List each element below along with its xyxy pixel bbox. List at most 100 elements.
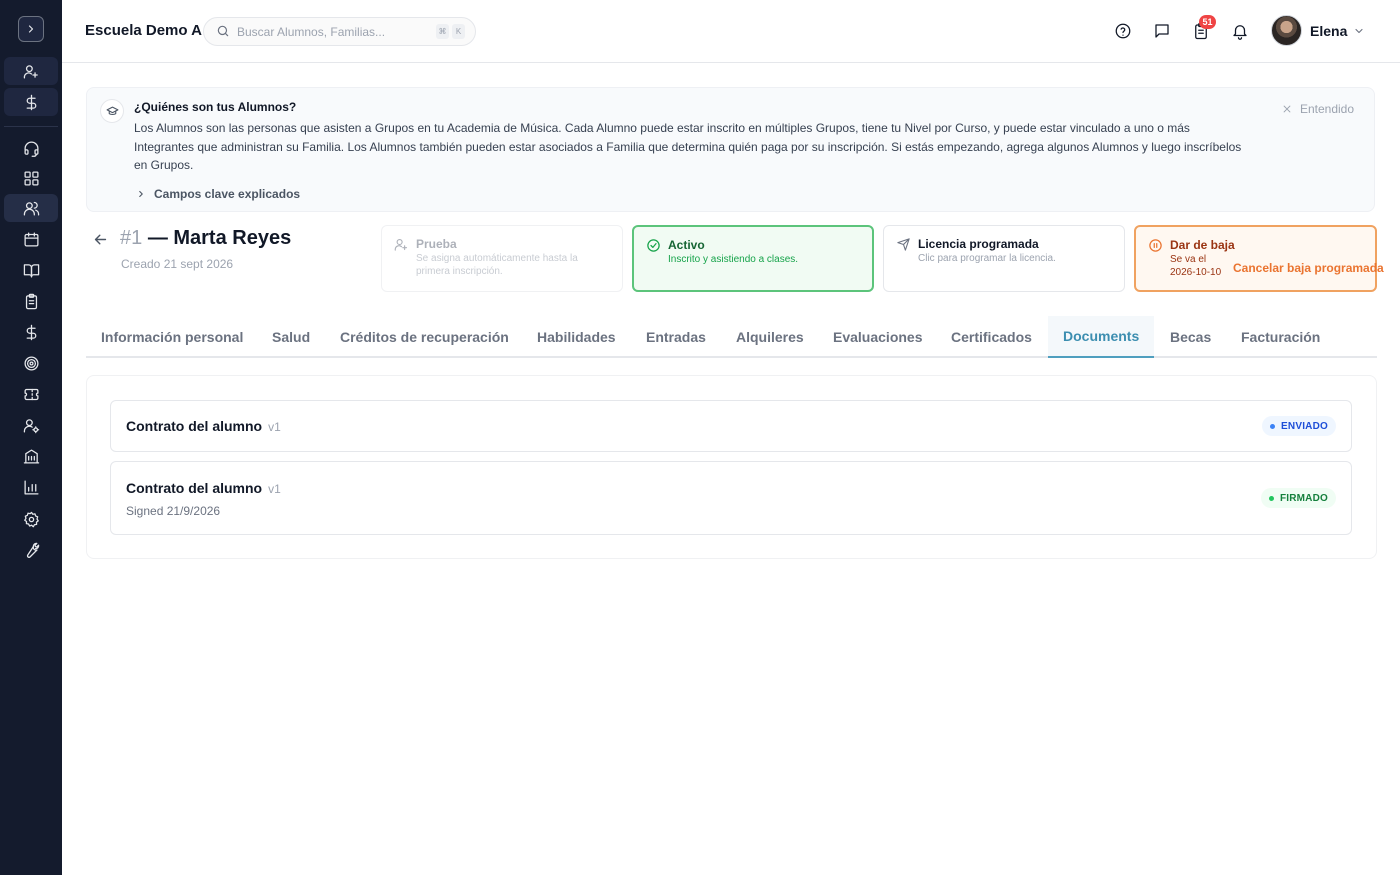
user-settings-icon bbox=[23, 418, 39, 433]
document-signed-date: Signed 21/9/2026 bbox=[126, 504, 221, 518]
sidebar-divider bbox=[4, 126, 58, 127]
tab-certificates[interactable]: Certificados bbox=[936, 316, 1047, 358]
building-icon bbox=[23, 448, 39, 464]
pause-circle-icon bbox=[1149, 239, 1162, 252]
dollar-icon bbox=[26, 94, 36, 110]
wrench-icon bbox=[26, 542, 39, 558]
key-fields-toggle[interactable]: Campos clave explicados bbox=[136, 187, 300, 201]
tab-tickets[interactable]: Entradas bbox=[631, 316, 721, 358]
status-dot bbox=[1268, 495, 1274, 501]
sidebar-item-calendar[interactable] bbox=[4, 225, 58, 253]
quick-add-student-button[interactable] bbox=[4, 57, 58, 85]
document-name: Contrato del alumno bbox=[126, 418, 263, 434]
status-card-title: Prueba bbox=[416, 237, 457, 251]
shortcut-key-cmd: ⌘ bbox=[436, 24, 449, 39]
back-arrow-icon[interactable] bbox=[92, 231, 109, 248]
tasks-count-badge: 51 bbox=[1199, 15, 1216, 29]
global-search[interactable]: ⌘ K bbox=[203, 17, 476, 46]
sidebar-item-students[interactable] bbox=[4, 194, 58, 222]
sidebar bbox=[0, 0, 62, 875]
tab-rentals[interactable]: Alquileres bbox=[721, 316, 819, 358]
users-icon bbox=[23, 201, 39, 216]
status-card-title: Activo bbox=[668, 238, 705, 252]
sidebar-item-attendance[interactable] bbox=[4, 287, 58, 315]
help-circle-icon bbox=[1115, 23, 1131, 39]
status-card-title: Licencia programada bbox=[918, 237, 1039, 251]
sidebar-item-staff[interactable] bbox=[4, 411, 58, 439]
sidebar-item-tickets[interactable] bbox=[4, 380, 58, 408]
student-number: #1 bbox=[120, 227, 143, 249]
close-icon bbox=[1283, 105, 1291, 113]
school-name: Escuela Demo A bbox=[85, 22, 202, 39]
book-icon bbox=[23, 263, 39, 278]
status-card-withdraw[interactable]: Dar de baja Se va el 2026-10-10 bbox=[1134, 225, 1377, 292]
tab-evaluations[interactable]: Evaluaciones bbox=[818, 316, 938, 358]
document-title: Contrato del alumno v1 bbox=[126, 480, 281, 496]
sidebar-item-goals[interactable] bbox=[4, 349, 58, 377]
shortcut-key-k: K bbox=[452, 24, 465, 39]
bell-icon bbox=[1233, 25, 1247, 40]
notifications-button[interactable] bbox=[1229, 20, 1251, 42]
status-card-desc: Se asigna automáticamente hasta la prime… bbox=[416, 253, 578, 277]
chevron-right-icon bbox=[28, 25, 34, 33]
status-card-active[interactable]: Activo Inscrito y asistiendo a clases. bbox=[632, 225, 874, 292]
status-dot bbox=[1270, 423, 1276, 429]
top-header: Escuela Demo A ⌘ K 51 Elena bbox=[62, 0, 1400, 63]
tab-health[interactable]: Salud bbox=[257, 316, 325, 358]
user-name[interactable]: Elena bbox=[1310, 23, 1347, 39]
user-plus-icon bbox=[394, 238, 408, 251]
page-title: #1 — Marta Reyes bbox=[120, 227, 291, 250]
tab-personal-info[interactable]: Información personal bbox=[86, 316, 258, 358]
document-name: Contrato del alumno bbox=[126, 480, 263, 496]
sidebar-item-courses[interactable] bbox=[4, 256, 58, 284]
dismiss-label: Entendido bbox=[1299, 102, 1354, 116]
sidebar-item-support[interactable] bbox=[4, 134, 58, 162]
sidebar-item-reports[interactable] bbox=[4, 473, 58, 501]
status-badge-label: FIRMADO bbox=[1279, 492, 1328, 504]
messages-button[interactable] bbox=[1151, 20, 1173, 42]
search-input[interactable] bbox=[237, 23, 427, 41]
tab-billing[interactable]: Facturación bbox=[1226, 316, 1335, 358]
tab-scholarships[interactable]: Becas bbox=[1155, 316, 1226, 358]
tab-documents[interactable]: Documents bbox=[1048, 316, 1155, 358]
message-square-icon bbox=[1155, 24, 1169, 38]
document-row[interactable]: Contrato del alumno v1 Signed 21/9/2026 F… bbox=[110, 461, 1352, 535]
status-card-desc: Se va el 2026-10-10 bbox=[1170, 254, 1222, 278]
sidebar-toggle-button[interactable] bbox=[18, 16, 44, 42]
student-name: — Marta Reyes bbox=[147, 227, 292, 249]
sidebar-item-dashboard[interactable] bbox=[4, 164, 58, 192]
cancel-scheduled-withdrawal-link[interactable]: Cancelar baja programada bbox=[1233, 261, 1384, 275]
tab-makeup-credits[interactable]: Créditos de recuperación bbox=[325, 316, 524, 358]
target-icon bbox=[23, 355, 39, 371]
status-card-trial[interactable]: Prueba Se asigna automáticamente hasta l… bbox=[381, 225, 623, 292]
status-card-desc: Inscrito y asistiendo a clases. bbox=[668, 254, 799, 265]
sidebar-item-settings[interactable] bbox=[4, 505, 58, 533]
status-card-leave[interactable]: Licencia programada Clic para programar … bbox=[883, 225, 1125, 292]
document-title: Contrato del alumno v1 bbox=[126, 418, 281, 434]
info-banner-title: ¿Quiénes son tus Alumnos? bbox=[134, 100, 297, 114]
key-fields-label: Campos clave explicados bbox=[154, 187, 301, 201]
dollar-icon bbox=[26, 324, 36, 340]
clipboard-icon bbox=[25, 293, 37, 309]
sidebar-item-locations[interactable] bbox=[4, 442, 58, 470]
status-badge: ENVIADO bbox=[1262, 416, 1336, 436]
headset-icon bbox=[23, 140, 39, 157]
dismiss-banner-button[interactable]: Entendido bbox=[1282, 102, 1354, 116]
info-banner: ¿Quiénes son tus Alumnos? Los Alumnos so… bbox=[86, 87, 1375, 212]
bar-chart-icon bbox=[23, 479, 39, 495]
chevron-right-icon bbox=[139, 190, 143, 198]
sidebar-item-billing[interactable] bbox=[4, 318, 58, 346]
document-row[interactable]: Contrato del alumno v1 ENVIADO bbox=[110, 400, 1352, 452]
quick-payment-button[interactable] bbox=[4, 88, 58, 116]
dashboard-icon bbox=[23, 170, 39, 186]
sidebar-item-tools[interactable] bbox=[4, 536, 58, 564]
user-avatar[interactable] bbox=[1271, 15, 1302, 46]
graduation-cap-icon bbox=[100, 99, 124, 123]
user-plus-icon bbox=[23, 64, 38, 79]
status-card-desc: Clic para programar la licencia. bbox=[918, 253, 1056, 264]
help-button[interactable] bbox=[1112, 20, 1134, 42]
chevron-down-icon[interactable] bbox=[1353, 25, 1365, 37]
check-circle-icon bbox=[647, 239, 660, 252]
tab-skills[interactable]: Habilidades bbox=[522, 316, 631, 358]
document-version: v1 bbox=[268, 482, 281, 496]
